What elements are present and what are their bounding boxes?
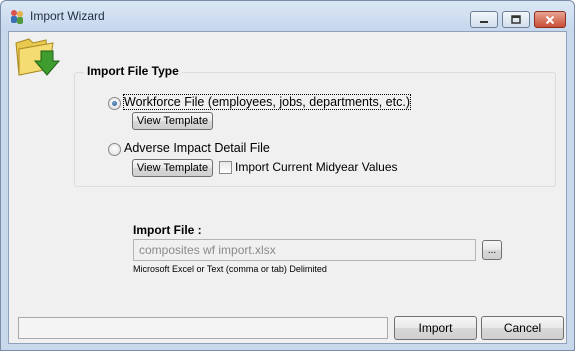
people-app-icon xyxy=(11,10,23,24)
title-bar[interactable]: Import Wizard xyxy=(1,1,574,31)
close-icon xyxy=(545,15,555,24)
file-format-hint: Microsoft Excel or Text (comma or tab) D… xyxy=(133,264,327,274)
midyear-values-label[interactable]: Import Current Midyear Values xyxy=(235,160,398,174)
import-button[interactable]: Import xyxy=(394,316,477,340)
view-template-button-workforce[interactable]: View Template xyxy=(132,112,213,130)
cancel-button[interactable]: Cancel xyxy=(481,316,564,340)
status-field xyxy=(18,317,388,339)
browse-button[interactable]: ... xyxy=(482,240,502,260)
close-button[interactable] xyxy=(534,11,566,28)
adverse-impact-label[interactable]: Adverse Impact Detail File xyxy=(124,141,270,155)
minimize-button[interactable] xyxy=(470,11,498,28)
dialog-body: Import File Type Workforce File (employe… xyxy=(8,31,567,344)
import-file-path-field[interactable]: composites wf import.xlsx xyxy=(133,239,476,261)
group-title: Import File Type xyxy=(84,64,182,78)
workforce-file-radio[interactable] xyxy=(108,97,121,110)
window-title: Import Wizard xyxy=(30,9,105,23)
midyear-values-checkbox[interactable] xyxy=(219,161,232,174)
maximize-icon xyxy=(511,15,521,24)
minimize-icon xyxy=(480,20,488,23)
view-template-button-adverse[interactable]: View Template xyxy=(132,159,213,177)
adverse-impact-radio[interactable] xyxy=(108,143,121,156)
import-wizard-window: Import Wizard Import File Type Workforce… xyxy=(0,0,575,351)
maximize-button[interactable] xyxy=(502,11,530,28)
import-file-label: Import File : xyxy=(133,223,202,237)
workforce-file-label[interactable]: Workforce File (employees, jobs, departm… xyxy=(123,94,411,110)
folder-import-icon xyxy=(15,38,61,76)
